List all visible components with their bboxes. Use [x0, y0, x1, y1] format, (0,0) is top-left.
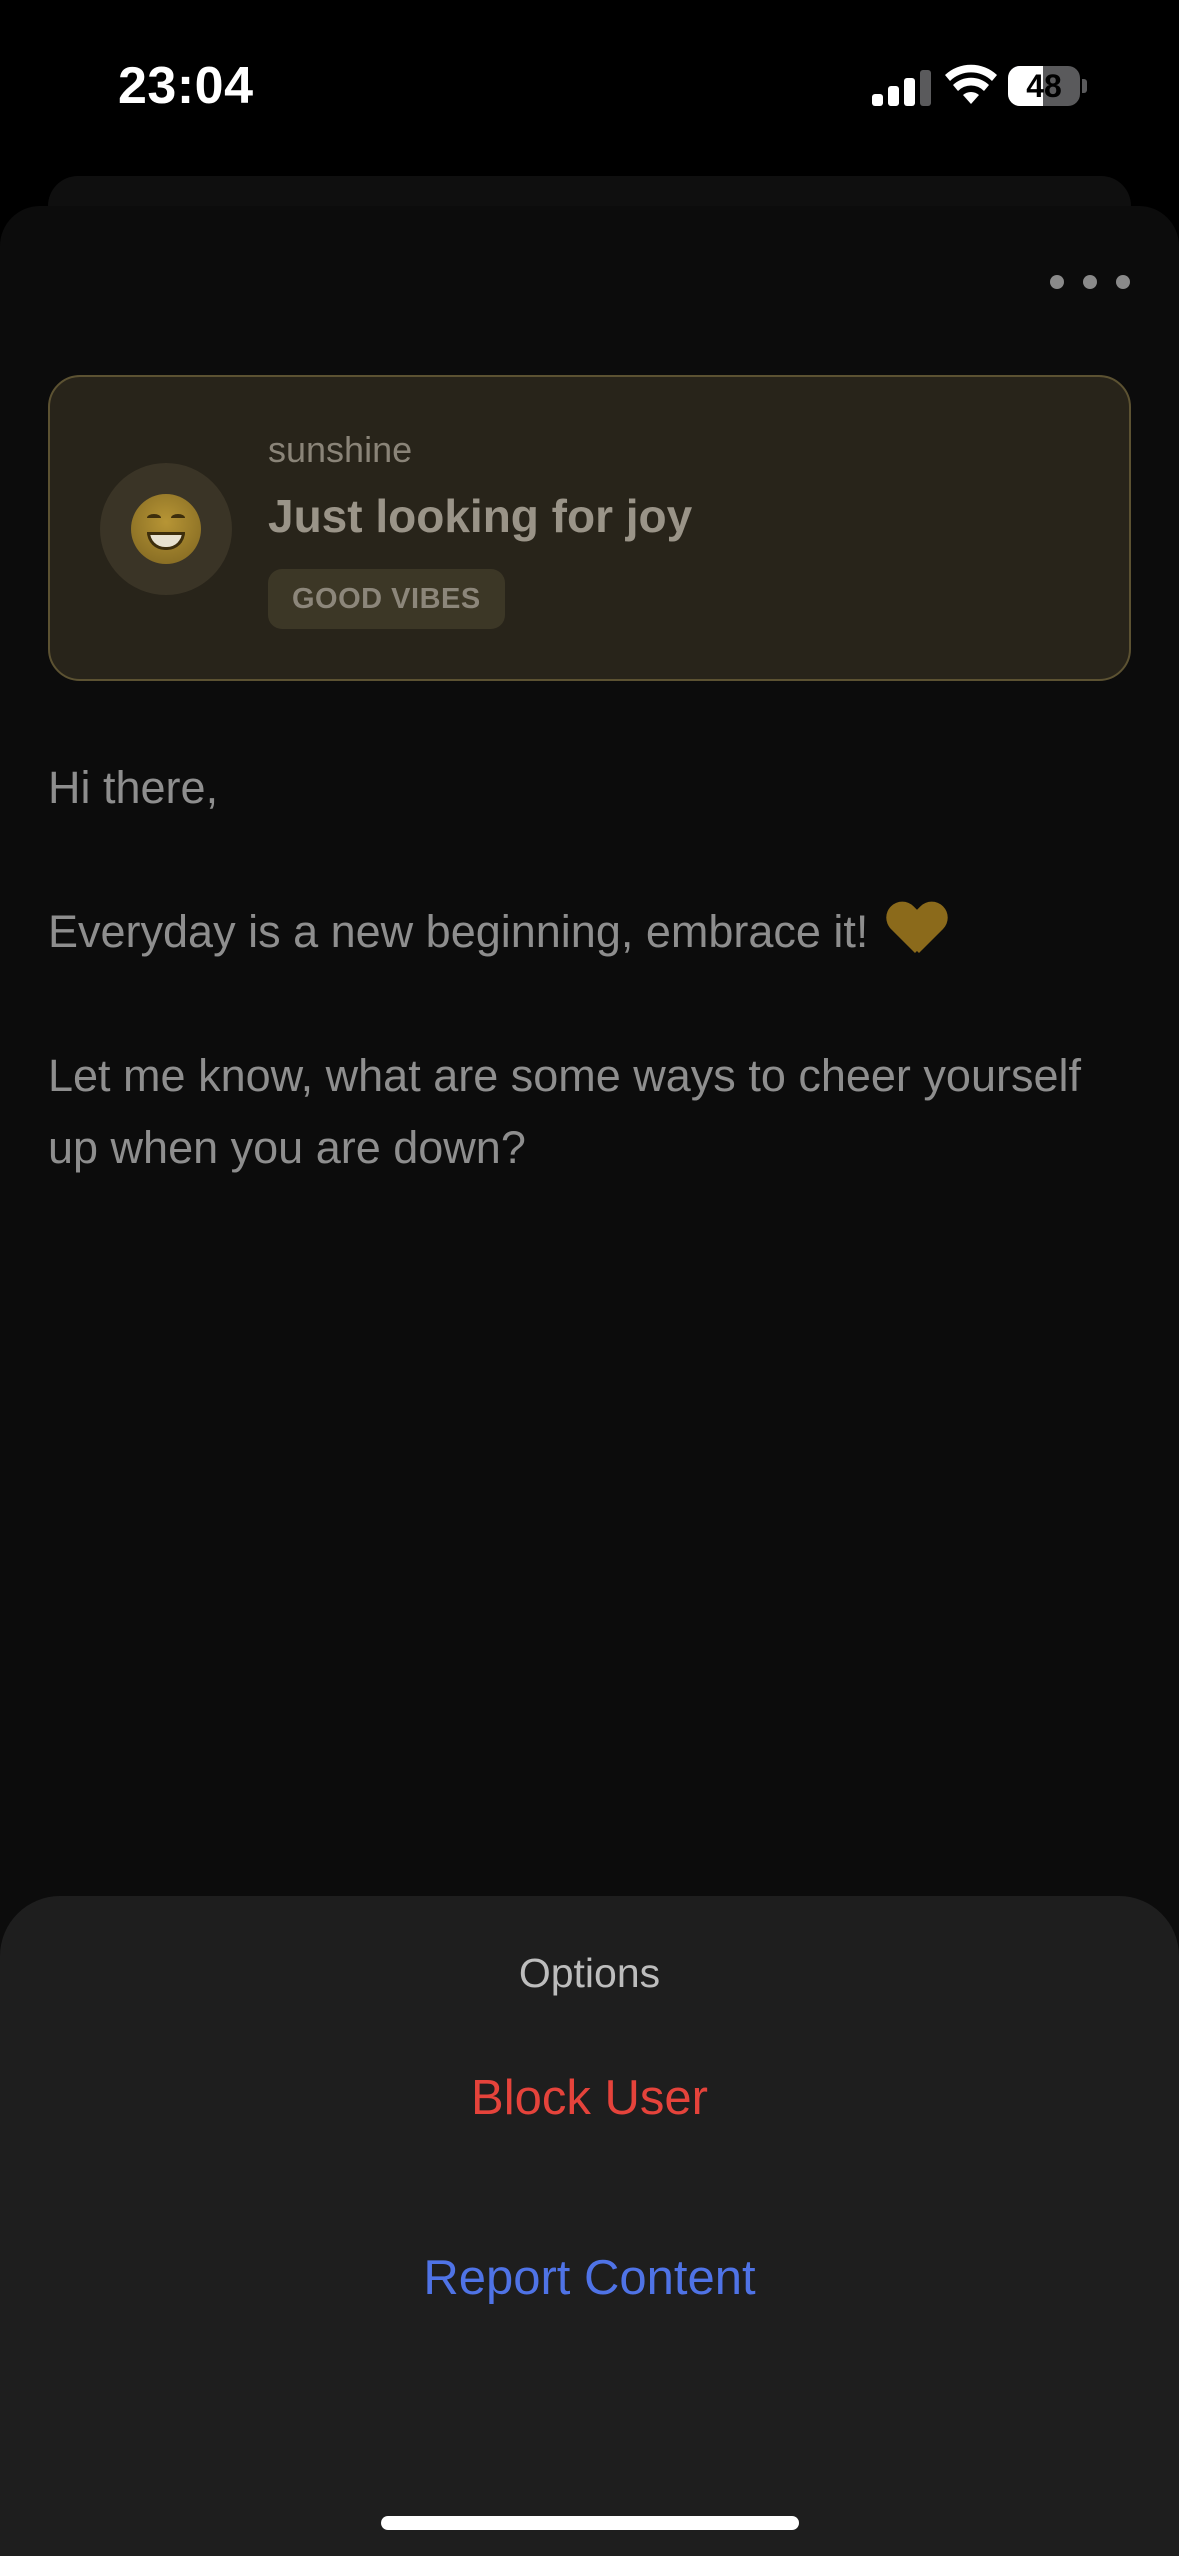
message-line: Everyday is a new beginning, embrace it!	[48, 896, 1131, 968]
message-greeting: Hi there,	[48, 762, 219, 813]
battery-nub	[1082, 79, 1087, 93]
cellular-signal-icon	[872, 66, 932, 106]
ellipsis-icon[interactable]	[1050, 262, 1130, 302]
username: sunshine	[268, 429, 413, 470]
options-title: Options	[518, 1950, 661, 1996]
status-time: 23:04	[118, 57, 254, 115]
yellow-heart-icon	[887, 903, 947, 959]
battery-icon: 48	[1008, 66, 1080, 106]
report-content-button[interactable]: Report Content	[0, 2250, 1179, 2306]
message-question: Let me know, what are some ways to cheer…	[48, 1050, 1081, 1173]
status-bar: 23:04 48	[0, 0, 1179, 170]
wifi-icon	[945, 64, 997, 104]
options-sheet: Options Block User Report Content	[0, 1896, 1179, 2556]
grinning-face-icon	[131, 494, 201, 564]
avatar	[100, 463, 232, 595]
message-line-text: Everyday is a new beginning, embrace it!	[48, 906, 869, 957]
home-indicator[interactable]	[381, 2516, 799, 2530]
message-body: Hi there, Everyday is a new beginning, e…	[48, 752, 1131, 1256]
mood-tag: GOOD VIBES	[268, 569, 505, 629]
status-title: Just looking for joy	[268, 490, 693, 542]
screen: 23:04 48 sunshine Just looking for joy G…	[0, 0, 1179, 2556]
profile-card[interactable]: sunshine Just looking for joy GOOD VIBES	[48, 375, 1131, 681]
block-user-button[interactable]: Block User	[0, 2070, 1179, 2126]
battery-level: 48	[1026, 67, 1062, 104]
